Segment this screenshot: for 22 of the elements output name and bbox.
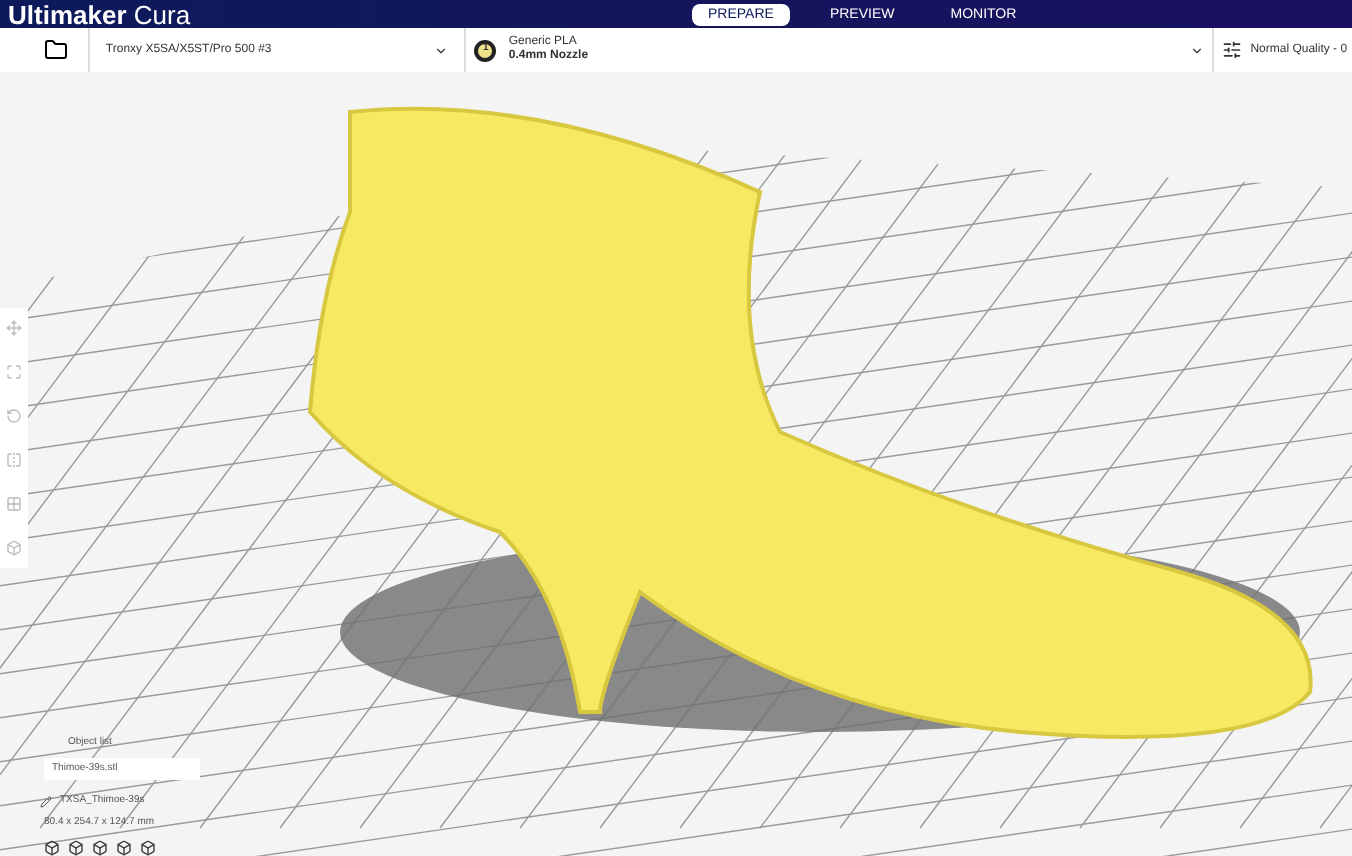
tool-icon bbox=[6, 540, 22, 556]
view-button[interactable] bbox=[116, 840, 132, 856]
app-title: Ultimaker Cura bbox=[8, 1, 193, 27]
cube-icon bbox=[68, 840, 84, 856]
view-button[interactable] bbox=[92, 840, 108, 856]
view-button[interactable] bbox=[44, 840, 60, 856]
view-button[interactable] bbox=[140, 840, 156, 856]
tool-icon bbox=[6, 452, 22, 468]
edit-icon bbox=[40, 795, 52, 808]
cube-icon bbox=[44, 840, 60, 856]
cube-icon bbox=[116, 840, 132, 856]
tool-icon bbox=[6, 496, 22, 512]
cube-icon bbox=[140, 840, 156, 856]
view-button[interactable] bbox=[68, 840, 84, 856]
tool-icon bbox=[6, 320, 22, 336]
sliders-icon bbox=[1222, 40, 1243, 60]
tool-icon bbox=[6, 408, 22, 424]
cube-icon bbox=[92, 840, 108, 856]
tool-icon bbox=[6, 364, 22, 380]
folder-icon bbox=[43, 38, 68, 62]
caret-icon bbox=[434, 43, 449, 57]
caret-icon bbox=[1190, 43, 1205, 57]
